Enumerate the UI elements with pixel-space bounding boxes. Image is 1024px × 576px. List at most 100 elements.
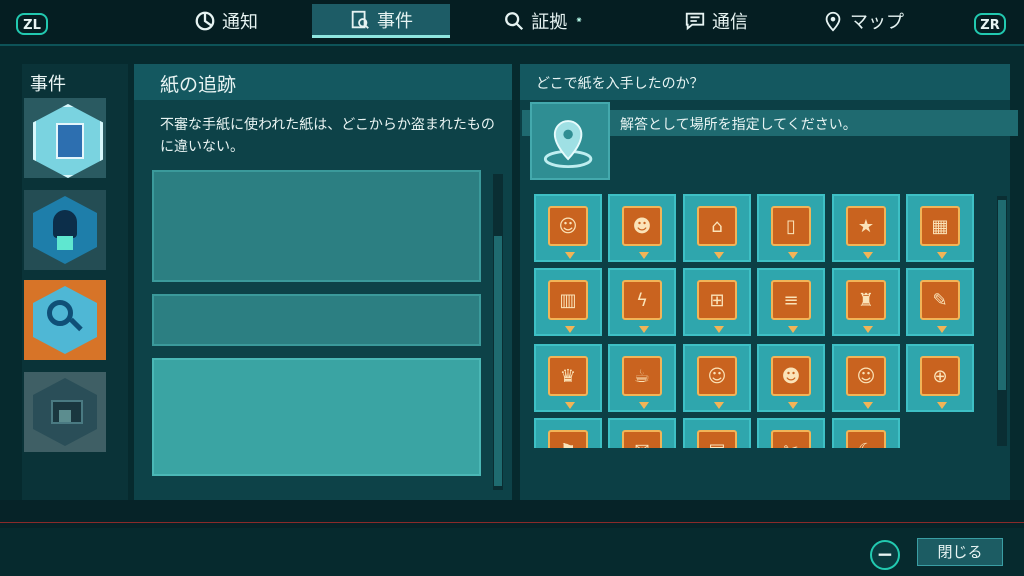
pointer-marker — [788, 326, 798, 333]
sidebar-title: 事件 — [30, 74, 66, 95]
location-option[interactable]: ϟ — [608, 268, 676, 336]
pointer-marker — [937, 252, 947, 259]
pointer-marker — [639, 402, 649, 409]
pointer-marker — [937, 326, 947, 333]
tab-label: 証拠 — [531, 12, 568, 33]
tab-evidence[interactable]: 証拠 ⁕ — [488, 4, 598, 38]
location-option[interactable]: ☺ — [683, 344, 751, 412]
location-option[interactable]: ▤ — [683, 418, 751, 448]
location-option[interactable]: ⚑ — [534, 418, 602, 448]
location-grid: ☺ ☻ ⌂ ▯ ★ ▦ ▥ ϟ ⊞ ≡ ♜ ✎ ♛ ☕ ☺ ☻ ☺ ⊕ ⚑ ✉ ▤ ✂ ☾ — [520, 190, 990, 448]
zr-shoulder-button[interactable]: ZR — [974, 13, 1006, 35]
info-block — [152, 294, 481, 346]
case-item-hooded-figure[interactable] — [24, 190, 106, 270]
unknown-icon: ✂ — [771, 430, 811, 448]
magnifier-paper-icon — [33, 286, 97, 354]
palette-icon: ✎ — [920, 280, 960, 320]
location-option[interactable]: ⊕ — [906, 344, 974, 412]
tab-map[interactable]: マップ — [808, 4, 918, 38]
divider — [0, 522, 1024, 523]
location-option[interactable]: ⊞ — [683, 268, 751, 336]
scrollbar-thumb[interactable] — [494, 236, 502, 486]
person-icon: ☺ — [548, 206, 588, 246]
location-option[interactable]: ✉ — [608, 418, 676, 448]
person-icon: ☻ — [771, 356, 811, 396]
location-option[interactable]: ☾ — [832, 418, 900, 448]
globe-icon: ⊕ — [920, 356, 960, 396]
location-option[interactable]: ☕ — [608, 344, 676, 412]
magnifier-icon — [505, 12, 524, 31]
location-option[interactable]: ▥ — [534, 268, 602, 336]
pointer-marker — [788, 402, 798, 409]
location-option[interactable]: ⌂ — [683, 194, 751, 262]
pointer-marker — [714, 326, 724, 333]
close-button[interactable]: 閉じる — [917, 538, 1003, 566]
question-text: どこで紙を入手したのか？ — [536, 76, 704, 92]
network-icon: ⊞ — [697, 280, 737, 320]
location-option[interactable]: ☻ — [757, 344, 825, 412]
case-file-icon — [351, 10, 369, 29]
zl-shoulder-button[interactable]: ZL — [16, 13, 48, 35]
location-option[interactable]: ✂ — [757, 418, 825, 448]
case-title: 紙の追跡 — [160, 74, 237, 96]
scrollbar-thumb[interactable] — [998, 200, 1006, 390]
info-block — [152, 170, 481, 282]
case-description: 不審な手紙に使われた紙は、どこからか盗まれたものに違いない。 — [160, 117, 495, 155]
pointer-marker — [863, 402, 873, 409]
cap-icon: ⌂ — [697, 206, 737, 246]
pointer-marker — [714, 402, 724, 409]
location-option[interactable]: ★ — [832, 194, 900, 262]
tab-notifications[interactable]: 通知 — [166, 4, 286, 38]
pie-chart-icon — [195, 11, 215, 31]
tab-label: 事件 — [377, 10, 413, 32]
pointer-marker — [565, 402, 575, 409]
person-icon: ☺ — [846, 356, 886, 396]
case-item-locked-laptop[interactable] — [24, 372, 106, 452]
case-item-investigation[interactable] — [24, 280, 106, 360]
wine-icon: ♜ — [846, 280, 886, 320]
graduation-icon: ♛ — [548, 356, 588, 396]
location-option[interactable]: ♛ — [534, 344, 602, 412]
location-option[interactable]: ☻ — [608, 194, 676, 262]
tab-label: 通信 — [712, 12, 748, 33]
location-slot[interactable] — [530, 102, 610, 180]
minus-button[interactable]: − — [870, 540, 900, 570]
hooded-figure-icon — [33, 196, 97, 264]
unknown-icon: ☾ — [846, 430, 886, 448]
location-option[interactable]: ▦ — [906, 194, 974, 262]
person-icon: ☻ — [622, 206, 662, 246]
new-badge: ⁕ — [575, 16, 583, 26]
divider — [0, 44, 1024, 46]
locked-laptop-icon — [33, 378, 97, 446]
coffee-icon: ☕ — [622, 356, 662, 396]
location-option[interactable]: ☺ — [534, 194, 602, 262]
location-option[interactable]: ☺ — [832, 344, 900, 412]
tab-cases[interactable]: 事件 — [312, 4, 450, 38]
pointer-marker — [639, 252, 649, 259]
chat-icon — [685, 12, 705, 31]
unknown-icon: ✉ — [622, 430, 662, 448]
tab-communications[interactable]: 通信 — [668, 4, 764, 38]
location-option[interactable]: ✎ — [906, 268, 974, 336]
person-icon: ☺ — [697, 356, 737, 396]
tab-label: 通知 — [222, 12, 258, 33]
info-block — [152, 358, 481, 476]
location-option[interactable]: ▯ — [757, 194, 825, 262]
location-option[interactable]: ♜ — [832, 268, 900, 336]
badge-icon: ★ — [846, 206, 886, 246]
pointer-marker — [863, 326, 873, 333]
pointer-marker — [937, 402, 947, 409]
tab-label: マップ — [850, 12, 904, 33]
pointer-marker — [565, 252, 575, 259]
door-icon: ▯ — [771, 206, 811, 246]
building-icon: ▦ — [920, 206, 960, 246]
hint-text: 解答として場所を指定してください。 — [620, 117, 857, 133]
pointer-marker — [639, 326, 649, 333]
location-option[interactable]: ≡ — [757, 268, 825, 336]
lightning-icon: ϟ — [622, 280, 662, 320]
unknown-icon: ▤ — [697, 430, 737, 448]
unknown-icon: ⚑ — [548, 430, 588, 448]
pointer-marker — [714, 252, 724, 259]
case-item-document[interactable] — [24, 98, 106, 178]
document-icon — [33, 104, 103, 178]
